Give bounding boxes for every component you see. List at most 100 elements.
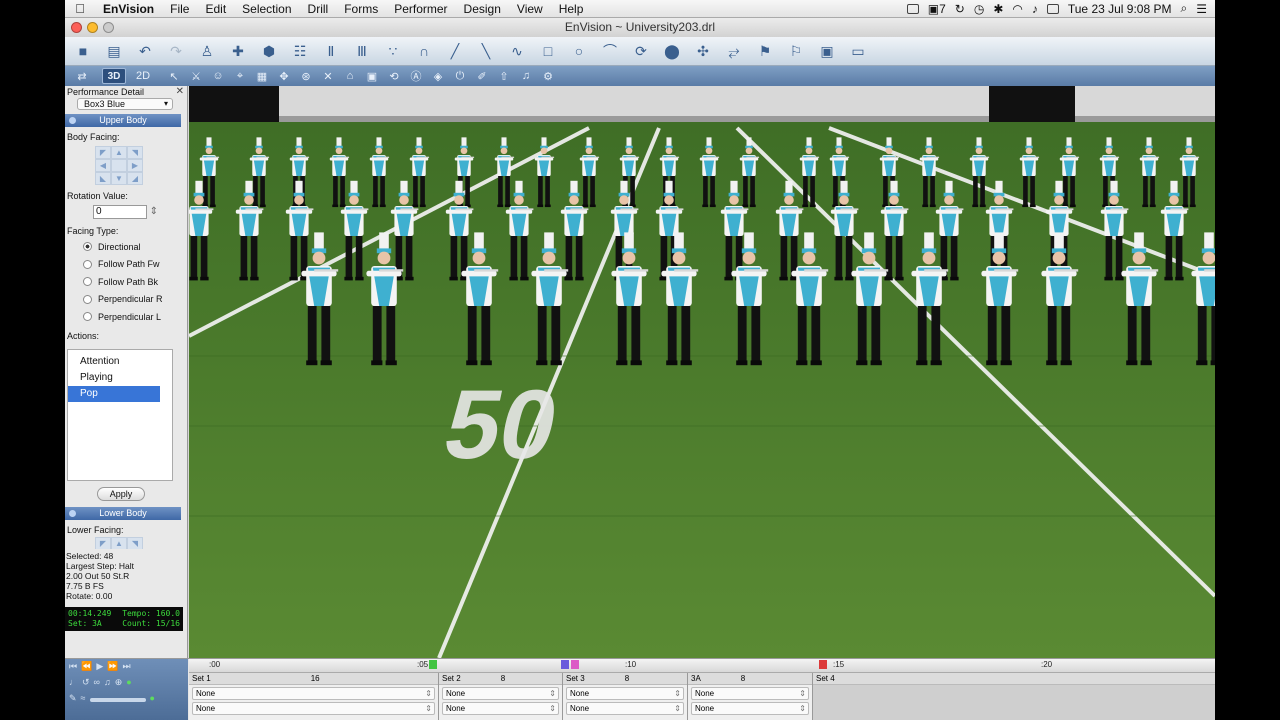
metronome-icon[interactable]: ♩ [69,677,78,688]
tag-tool-icon[interactable]: ⚑ [753,40,777,62]
menu-forms[interactable]: Forms [336,2,386,16]
select-tool-icon[interactable]: ⌖ [231,68,249,84]
action-item-attention[interactable]: Attention [68,354,172,370]
set-transition-select[interactable]: None [192,702,435,715]
lower-facing-nw-button[interactable]: ◤ [95,536,111,549]
close-tool-icon[interactable]: ✕ [319,68,337,84]
facing-type-follow-path-bk[interactable]: Follow Path Bk [65,273,187,291]
toggle-view-icon[interactable]: ⇄ [73,68,91,84]
facing-sw-button[interactable]: ◣ [95,172,111,185]
timeline-set-4[interactable]: 3A8 None None [688,673,813,720]
edit-timeline-icon[interactable]: ✎ [69,693,77,704]
rotate-tool-icon[interactable]: ✣ [691,40,715,62]
freeform-tool-icon[interactable]: ⌒ [598,40,622,62]
group-select[interactable]: Box3 Blue [77,98,173,110]
playhead-marker[interactable] [819,660,827,669]
arc-tool-icon[interactable]: ∩ [412,40,436,62]
text-tool-icon[interactable]: Ⓐ [407,68,425,84]
facing-e-button[interactable]: ▶ [127,159,143,172]
timeline-set-2[interactable]: Set 28 None None [439,673,563,720]
lower-facing-n-button[interactable]: ▲ [111,536,127,549]
curve-tool-icon[interactable]: ∿ [505,40,529,62]
track-status-icon-2[interactable]: ● [150,693,155,704]
line-tool-icon[interactable]: ╱ [443,40,467,62]
loop-icon[interactable]: ↺ [82,677,90,688]
volume-slider[interactable] [89,698,146,702]
volume-icon[interactable]: ♪ [1032,2,1038,16]
time-ruler[interactable]: :00:05:10:15:20 [189,659,1215,673]
menu-drill[interactable]: Drill [300,2,337,16]
timeline-set-5[interactable]: Set 4 [813,673,1215,720]
add-performer-icon[interactable]: ✚ [226,40,250,62]
flip-tool-icon[interactable]: ⥂ [722,40,746,62]
set-transition-select[interactable]: None [566,687,684,700]
facing-nw-button[interactable]: ◤ [95,146,111,159]
field-3d-view[interactable]: 50 [189,86,1215,658]
go-end-icon[interactable]: ⏭ [122,661,130,672]
step-back-icon[interactable]: ⏪ [81,661,92,672]
notification-center-icon[interactable]: ☰ [1196,2,1207,16]
undo-icon[interactable]: ↶ [133,40,157,62]
set-transition-select[interactable]: None [691,702,809,715]
facing-type-follow-path-fw[interactable]: Follow Path Fw [65,256,187,274]
pointer-tool-icon[interactable]: ↖ [165,68,183,84]
time-machine-icon[interactable]: ◷ [974,2,984,16]
rotation-value-field[interactable]: 0 [93,205,158,219]
column-tool-icon[interactable]: Ⅲ [350,40,374,62]
follow-leader-icon[interactable]: ⟳ [629,40,653,62]
block-tool-icon[interactable]: Ⅱ [319,40,343,62]
sync-icon[interactable]: ↻ [955,2,965,16]
look-tool-icon[interactable]: ☺ [209,68,227,84]
walk-tool-icon[interactable]: ⚔ [187,68,205,84]
view-2d-button[interactable]: 2D [131,68,155,84]
audio-waveform-icon[interactable]: ≈ [81,693,86,704]
zoom-window-button[interactable] [103,22,114,33]
power-icon[interactable]: ⏻ [451,68,469,84]
set-transition-select[interactable]: None [192,687,435,700]
menu-performer[interactable]: Performer [386,2,455,16]
timeline-set-1[interactable]: Set 116 None None [189,673,439,720]
view-3d-button[interactable]: 3D [101,68,127,84]
redo-icon[interactable]: ↷ [164,40,188,62]
menubar-clock[interactable]: Tue 23 Jul 9:08 PM [1068,2,1172,16]
menu-help[interactable]: Help [551,2,592,16]
audio-track-icon[interactable]: ♫ [104,677,111,688]
minimize-window-button[interactable] [87,22,98,33]
facing-n-button[interactable]: ▲ [111,146,127,159]
menu-edit[interactable]: Edit [197,2,234,16]
set-transition-select[interactable]: None [566,702,684,715]
performer-tool-icon[interactable]: ♙ [195,40,219,62]
facing-s-button[interactable]: ▼ [111,172,127,185]
lower-facing-ne-button[interactable]: ◥ [127,536,143,549]
facing-se-button[interactable]: ◢ [127,172,143,185]
play-icon[interactable]: ▶ [96,661,103,672]
action-item-playing[interactable]: Playing [68,370,172,386]
record-icon[interactable]: ▣ [363,68,381,84]
set-transition-select[interactable]: None [442,702,559,715]
panel-close-icon[interactable]: ✕ [176,86,184,98]
move-tool-icon[interactable]: ✥ [275,68,293,84]
settings-icon[interactable]: ⚙ [539,68,557,84]
open-file-icon[interactable]: ▤ [102,40,126,62]
step-forward-icon[interactable]: ⏩ [107,661,118,672]
lasso-tool-icon[interactable]: ⟲ [385,68,403,84]
camera-icon[interactable]: ▣ [815,40,839,62]
grid-toggle-icon[interactable]: ▦ [253,68,271,84]
facing-type-perpendicular-r[interactable]: Perpendicular R [65,291,187,309]
circle-tool-icon[interactable]: ○ [567,40,591,62]
scatter-tool-icon[interactable]: ∵ [381,40,405,62]
action-item-pop[interactable]: Pop [68,385,160,402]
facing-type-directional[interactable]: Directional [65,238,187,256]
camera-path-icon[interactable]: ⌂ [341,68,359,84]
menu-design[interactable]: Design [456,2,509,16]
group-tool-icon[interactable]: ☷ [288,40,312,62]
spotlight-search-icon[interactable]: ⌕ [1181,1,1188,16]
lower-body-section-header[interactable]: Lower Body [65,506,181,520]
apply-button[interactable]: Apply [97,486,145,501]
timeline-set-3[interactable]: Set 38 None None [563,673,688,720]
adobe-icon[interactable]: ▣7 [928,2,946,16]
bluetooth-icon[interactable]: ✱ [993,2,1003,16]
paint-icon[interactable]: ✐ [473,68,491,84]
playhead-marker[interactable] [429,660,437,669]
export-icon[interactable]: ⇧ [495,68,513,84]
